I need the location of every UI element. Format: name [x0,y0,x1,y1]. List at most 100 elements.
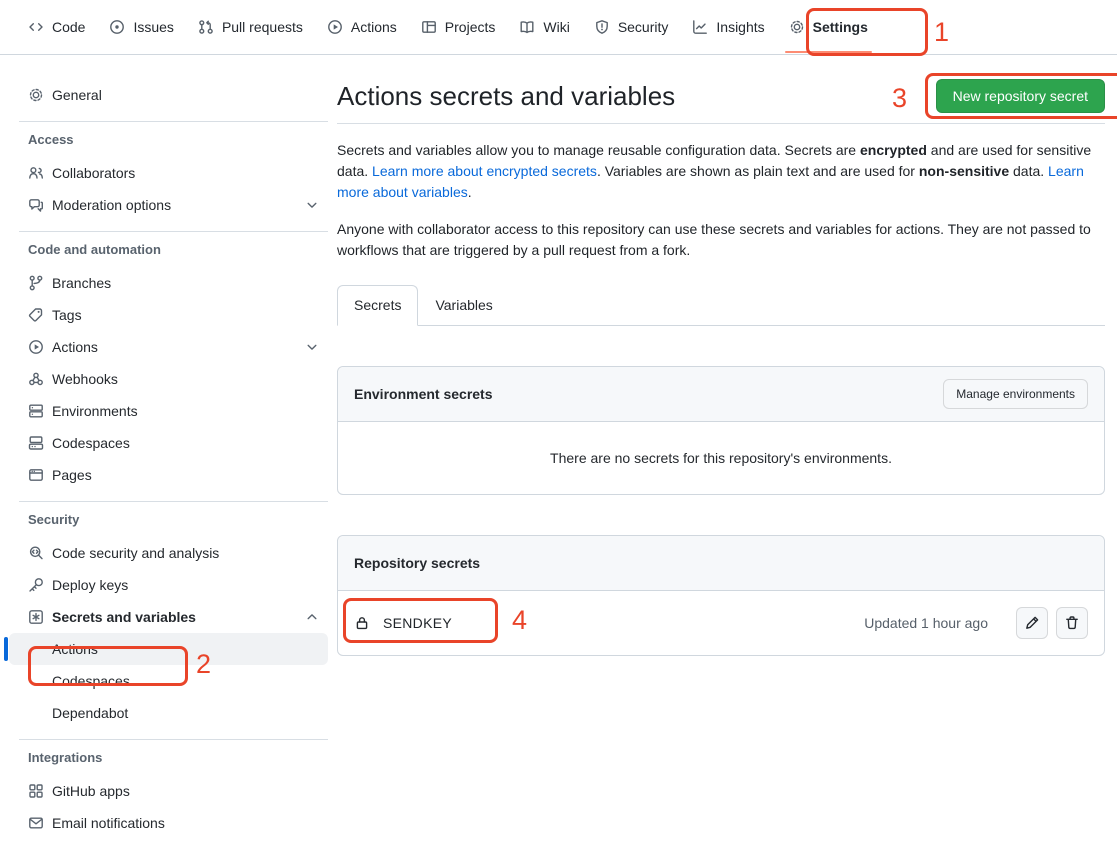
browser-icon [28,467,44,483]
sidebar-item-label: Environments [52,403,138,419]
lock-icon [354,615,370,631]
server-icon [28,403,44,419]
repository-secrets-card: Repository secrets SENDKEY Updated 1 hou… [337,535,1105,656]
repo-tab-nav: Code Issues Pull requests Actions Projec… [0,0,1117,55]
sidebar-item-label: Collaborators [52,165,135,181]
code-icon [28,19,44,35]
tab-issues[interactable]: Issues [99,11,183,43]
sidebar-item-label: Actions [52,641,98,657]
table-icon [421,19,437,35]
tab-security[interactable]: Security [584,11,679,43]
sidebar-item-environments[interactable]: Environments [9,395,328,427]
sidebar-subitem-dependabot[interactable]: Dependabot [9,697,328,729]
intro-text: . [468,184,472,200]
sidebar-item-label: Codespaces [52,435,130,451]
tab-insights[interactable]: Insights [682,11,774,43]
tab-label: Actions [351,17,397,37]
sidebar-divider [19,501,328,502]
git-branch-icon [28,275,44,291]
sidebar-item-moderation-options[interactable]: Moderation options [9,189,328,221]
sidebar-item-general[interactable]: General [9,79,328,111]
tab-settings[interactable]: Settings [779,11,878,43]
sidebar-item-deploy-keys[interactable]: Deploy keys [9,569,328,601]
card-title: Environment secrets [354,386,493,402]
tab-code[interactable]: Code [18,11,95,43]
sidebar-item-tags[interactable]: Tags [9,299,328,331]
secret-row-actions: Updated 1 hour ago [864,607,1088,639]
tab-secrets[interactable]: Secrets [337,285,418,326]
secret-name: SENDKEY [354,615,452,631]
delete-secret-button[interactable] [1056,607,1088,639]
sidebar-item-code-security[interactable]: Code security and analysis [9,537,328,569]
sidebar-item-label: Branches [52,275,111,291]
intro-bold-encrypted: encrypted [860,142,927,158]
tag-icon [28,307,44,323]
sidebar-section-code-and-automation: Code and automation [9,242,328,257]
tab-pull-requests[interactable]: Pull requests [188,11,313,43]
sidebar-item-label: General [52,87,102,103]
sidebar-item-pages[interactable]: Pages [9,459,328,491]
tab-label: Issues [133,17,173,37]
tab-variables[interactable]: Variables [418,285,509,326]
key-icon [28,577,44,593]
sidebar-divider [19,121,328,122]
codespaces-icon [28,435,44,451]
people-icon [28,165,44,181]
sidebar-section-access: Access [9,132,328,147]
sidebar-item-webhooks[interactable]: Webhooks [9,363,328,395]
chevron-down-icon [304,197,320,213]
sidebar-item-label: GitHub apps [52,783,130,799]
sidebar-item-branches[interactable]: Branches [9,267,328,299]
mail-icon [28,815,44,831]
tab-label: Insights [716,17,764,37]
sidebar-item-label: Code security and analysis [52,545,219,561]
sidebar-divider [19,231,328,232]
tab-label: Pull requests [222,17,303,37]
page-title: Actions secrets and variables [337,79,675,113]
tab-actions[interactable]: Actions [317,11,407,43]
access-note-paragraph: Anyone with collaborator access to this … [337,219,1105,261]
page-subhead: Actions secrets and variables New reposi… [337,79,1105,124]
sidebar-item-label: Deploy keys [52,577,128,593]
manage-environments-button[interactable]: Manage environments [943,379,1088,409]
sidebar-item-label: Tags [52,307,82,323]
link-encrypted-secrets[interactable]: Learn more about encrypted secrets [372,163,597,179]
settings-sidebar: General Access Collaborators Moderation … [0,55,337,849]
tab-wiki[interactable]: Wiki [509,11,579,43]
sidebar-item-codespaces[interactable]: Codespaces [9,427,328,459]
secret-row: SENDKEY Updated 1 hour ago [338,591,1104,655]
gear-icon [28,87,44,103]
sidebar-item-label: Moderation options [52,197,171,213]
sidebar-divider [19,739,328,740]
sidebar-item-label: Pages [52,467,92,483]
environment-secrets-empty-message: There are no secrets for this repository… [338,422,1104,494]
sidebar-subitem-codespaces[interactable]: Codespaces [9,665,328,697]
sidebar-item-github-apps[interactable]: GitHub apps [9,775,328,807]
sidebar-item-collaborators[interactable]: Collaborators [9,157,328,189]
sidebar-item-email-notifications[interactable]: Email notifications [9,807,328,839]
webhook-icon [28,371,44,387]
tab-label: Settings [813,17,868,37]
new-repository-secret-button[interactable]: New repository secret [936,79,1105,113]
secret-updated-text: Updated 1 hour ago [864,615,988,631]
tab-projects[interactable]: Projects [411,11,506,43]
sidebar-section-integrations: Integrations [9,750,328,765]
tab-label: Wiki [543,17,569,37]
sidebar-subitem-actions[interactable]: Actions [9,633,328,665]
graph-icon [692,19,708,35]
edit-secret-button[interactable] [1016,607,1048,639]
sidebar-item-label: Dependabot [52,705,128,721]
chevron-down-icon [304,339,320,355]
pencil-icon [1024,615,1040,631]
sidebar-item-label: Email notifications [52,815,165,831]
card-title: Repository secrets [354,555,480,571]
environment-secrets-card: Environment secrets Manage environments … [337,366,1105,495]
sidebar-item-actions[interactable]: Actions [9,331,328,363]
play-icon [327,19,343,35]
sidebar-item-label: Webhooks [52,371,118,387]
sidebar-item-label: Actions [52,339,98,355]
repository-secrets-header: Repository secrets [338,536,1104,591]
play-icon [28,339,44,355]
issue-opened-icon [109,19,125,35]
sidebar-item-secrets-and-variables[interactable]: Secrets and variables [9,601,328,633]
